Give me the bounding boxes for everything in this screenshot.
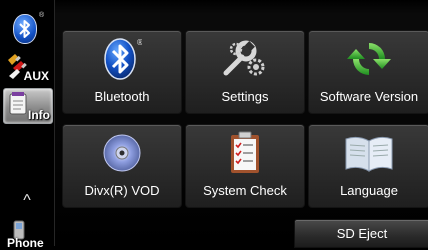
- disc-icon: [63, 131, 181, 175]
- bluetooth-label: Bluetooth: [94, 89, 150, 104]
- sidebar-item-info[interactable]: Info: [3, 88, 53, 124]
- language-label: Language: [340, 183, 398, 198]
- divx-vod-label: Divx(R) VOD: [84, 183, 160, 198]
- sidebar-item-bluetooth[interactable]: ®: [3, 12, 51, 46]
- scroll-up-button[interactable]: ^: [3, 188, 51, 214]
- bluetooth-icon: ®: [63, 37, 181, 81]
- settings-tile[interactable]: Settings: [185, 30, 305, 114]
- info-label: Info: [28, 108, 50, 122]
- bluetooth-icon: [13, 14, 37, 44]
- svg-text:®: ®: [136, 38, 142, 47]
- sidebar-item-phone[interactable]: Phone: [3, 220, 51, 250]
- bluetooth-tile[interactable]: ® Bluetooth: [62, 30, 182, 114]
- software-version-label: Software Version: [319, 89, 419, 104]
- info-icon: [9, 92, 27, 115]
- system-check-tile[interactable]: System Check: [185, 124, 305, 208]
- chevron-up-icon: ^: [23, 192, 31, 209]
- language-tile[interactable]: Language: [308, 124, 428, 208]
- settings-tools-icon: [186, 37, 304, 81]
- top-bar: [54, 0, 428, 14]
- software-version-tile[interactable]: Software Version: [308, 30, 428, 114]
- phone-label: Phone: [7, 236, 44, 250]
- sidebar-item-aux[interactable]: AUX: [3, 50, 51, 84]
- open-book-icon: [309, 131, 428, 175]
- system-check-label: System Check: [203, 183, 287, 198]
- refresh-arrows-icon: [309, 37, 428, 81]
- registered-mark: ®: [39, 12, 45, 19]
- settings-label: Settings: [221, 89, 269, 104]
- aux-label: AUX: [23, 69, 49, 83]
- source-sidebar: ® AUX Info ^ Phone: [0, 0, 55, 250]
- checklist-clipboard-icon: [186, 131, 304, 175]
- sd-eject-button[interactable]: SD Eject: [294, 219, 428, 248]
- divx-vod-tile[interactable]: Divx(R) VOD: [62, 124, 182, 208]
